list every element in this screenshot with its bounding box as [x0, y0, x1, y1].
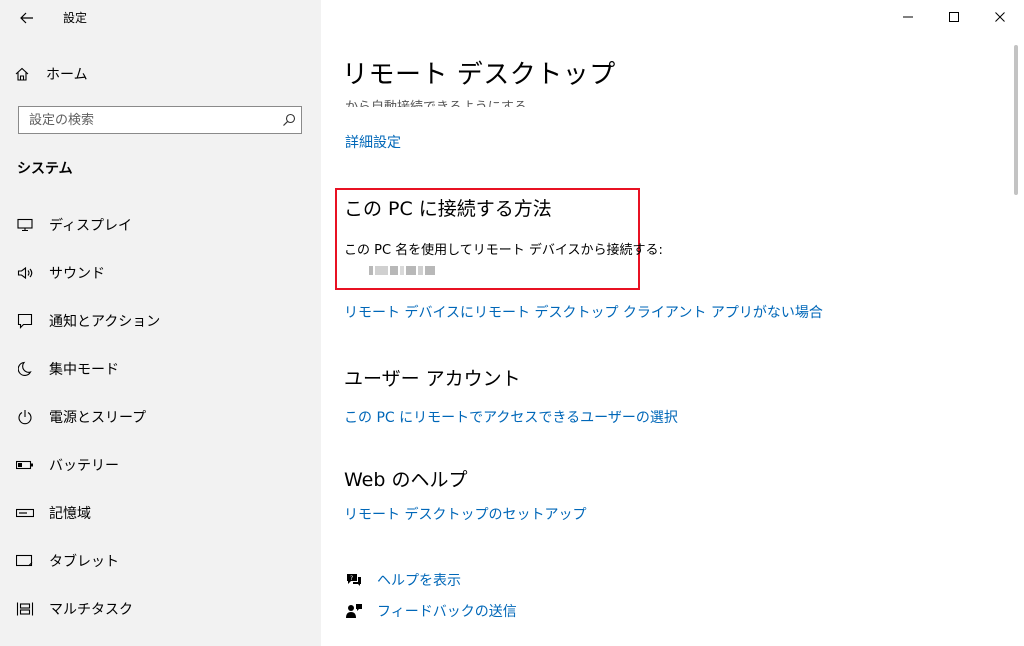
feedback-link[interactable]: フィードバックの送信 [344, 601, 517, 621]
sidebar: 設定 ホーム システム ディスプレイ サウンド 通知と [0, 0, 321, 646]
sidebar-item-sound[interactable]: サウンド [0, 253, 321, 293]
search-icon[interactable] [277, 108, 301, 132]
sidebar-item-label: タブレット [49, 554, 119, 570]
help-chat-icon: ? [344, 570, 364, 590]
back-arrow-icon [20, 12, 33, 24]
user-accounts-heading: ユーザー アカウント [344, 368, 521, 390]
sidebar-item-storage[interactable]: 記憶域 [0, 493, 321, 533]
sidebar-item-display[interactable]: ディスプレイ [0, 205, 321, 245]
window-title: 設定 [63, 11, 88, 25]
get-help-link[interactable]: ? ヘルプを表示 [344, 570, 461, 590]
sidebar-item-focus[interactable]: 集中モード [0, 349, 321, 389]
get-help-label[interactable]: ヘルプを表示 [377, 570, 461, 590]
sidebar-item-label: 集中モード [49, 362, 119, 378]
home-nav[interactable]: ホーム [14, 62, 88, 86]
close-icon [995, 12, 1005, 22]
cut-off-label: から自動接続できるようにする [345, 96, 645, 107]
moon-icon [15, 359, 35, 379]
sidebar-item-multitasking[interactable]: マルチタスク [0, 589, 321, 629]
page-title: リモート デスクトップ [342, 60, 616, 90]
maximize-icon [949, 12, 959, 22]
sidebar-item-label: バッテリー [49, 458, 119, 474]
section-title: システム [17, 161, 73, 177]
sidebar-item-label: ディスプレイ [49, 218, 133, 234]
maximize-button[interactable] [931, 0, 977, 34]
sidebar-item-tablet[interactable]: タブレット [0, 541, 321, 581]
sidebar-item-label: 通知とアクション [49, 314, 161, 330]
notification-icon [15, 311, 35, 331]
svg-text:?: ? [350, 575, 353, 582]
advanced-settings-link[interactable]: 詳細設定 [345, 132, 401, 152]
minimize-icon [903, 16, 913, 18]
cut-off-text: から自動接続できるようにする [345, 87, 645, 107]
home-icon [15, 67, 29, 81]
connect-heading: この PC に接続する方法 [344, 198, 552, 220]
multitask-icon [15, 599, 35, 619]
sidebar-item-label: 記憶域 [49, 506, 91, 522]
storage-icon [15, 503, 35, 523]
sidebar-item-label: サウンド [49, 266, 105, 282]
power-icon [15, 407, 35, 427]
scrollbar-thumb[interactable] [1014, 45, 1018, 195]
search-input[interactable] [19, 108, 277, 132]
feedback-icon [344, 601, 364, 621]
sidebar-item-battery[interactable]: バッテリー [0, 445, 321, 485]
sidebar-item-label: マルチタスク [49, 602, 133, 618]
minimize-button[interactable] [885, 0, 931, 34]
close-button[interactable] [977, 0, 1023, 34]
home-label: ホーム [46, 67, 88, 83]
search-box[interactable] [18, 106, 302, 134]
speaker-icon [15, 263, 35, 283]
sidebar-item-label: 電源とスリープ [49, 410, 147, 426]
setup-remote-desktop-link[interactable]: リモート デスクトップのセットアップ [344, 504, 586, 524]
sidebar-item-notifications[interactable]: 通知とアクション [0, 301, 321, 341]
feedback-label[interactable]: フィードバックの送信 [377, 601, 517, 621]
tablet-icon [15, 551, 35, 571]
no-client-app-link[interactable]: リモート デバイスにリモート デスクトップ クライアント アプリがない場合 [344, 302, 823, 322]
connect-description: この PC 名を使用してリモート デバイスから接続する: [344, 243, 663, 258]
sidebar-item-power[interactable]: 電源とスリープ [0, 397, 321, 437]
select-users-link[interactable]: この PC にリモートでアクセスできるユーザーの選択 [344, 407, 678, 427]
battery-icon [15, 455, 35, 475]
web-help-heading: Web のヘルプ [344, 469, 468, 491]
display-icon [15, 215, 35, 235]
back-button[interactable] [14, 6, 40, 30]
pc-name-redacted [369, 266, 435, 275]
